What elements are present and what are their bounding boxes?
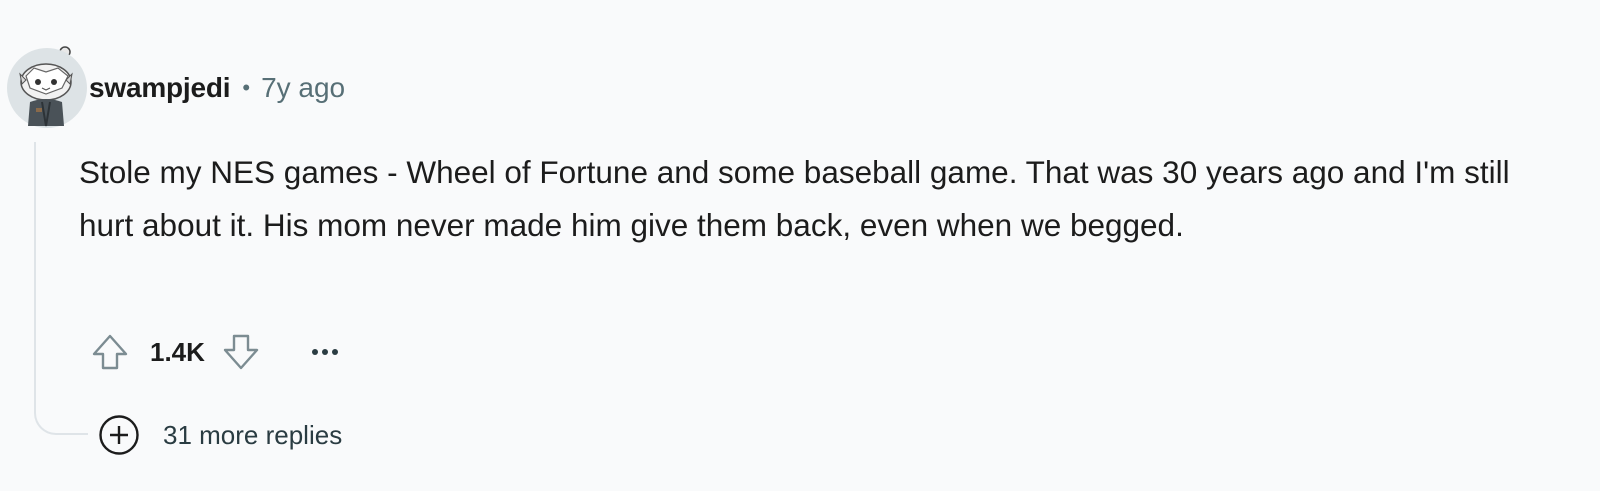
plus-circle-icon xyxy=(99,415,139,455)
meta-separator: • xyxy=(242,75,251,100)
author-username[interactable]: swampjedi xyxy=(89,72,231,104)
downvote-arrow-icon xyxy=(223,334,259,370)
comment-header: swampjedi • 7y ago xyxy=(89,70,345,106)
comment: swampjedi • 7y ago Stole my NES games - … xyxy=(0,0,1600,491)
downvote-button[interactable] xyxy=(219,330,263,374)
comment-timestamp[interactable]: 7y ago xyxy=(261,72,345,104)
upvote-arrow-icon xyxy=(92,334,128,370)
user-avatar[interactable] xyxy=(6,44,88,128)
more-replies-button[interactable]: 31 more replies xyxy=(98,414,342,456)
ellipsis-icon xyxy=(311,349,338,355)
comment-body: Stole my NES games - Wheel of Fortune an… xyxy=(79,154,1510,243)
more-replies-label[interactable]: 31 more replies xyxy=(163,420,342,451)
comment-action-bar: 1.4K xyxy=(88,330,347,374)
upvote-button[interactable] xyxy=(88,330,132,374)
overflow-menu-button[interactable] xyxy=(303,330,347,374)
vote-score: 1.4K xyxy=(150,336,205,367)
